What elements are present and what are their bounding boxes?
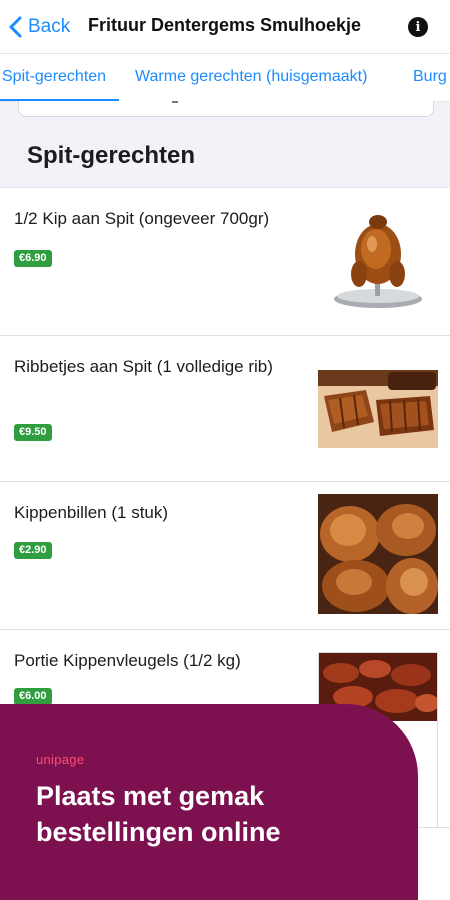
price-badge: €9.50	[14, 424, 52, 441]
ribs-image	[318, 370, 438, 448]
price-badge: €6.90	[14, 250, 52, 267]
category-tabs: Spit-gerechten Warme gerechten (huisgema…	[0, 54, 450, 102]
chevron-left-icon	[9, 16, 22, 38]
back-button[interactable]: Back	[8, 12, 70, 42]
tab-warme-gerechten[interactable]: Warme gerechten (huisgemaakt)	[135, 54, 367, 101]
section-header: Spit-gerechten	[0, 101, 450, 188]
item-name: 1/2 Kip aan Spit (ongeveer 700gr)	[14, 209, 270, 228]
unipage-logo: unipage	[36, 752, 85, 767]
menu-item[interactable]: Kippenbillen (1 stuk) €2.90	[0, 482, 450, 630]
promo-banner[interactable]: unipage Plaats met gemak bestellingen on…	[0, 704, 418, 900]
chicken-legs-image	[318, 494, 438, 614]
tab-burgers[interactable]: Burg	[413, 54, 447, 101]
back-label: Back	[28, 16, 71, 37]
restaurant-title: Frituur Dentergems Smulhoekje	[88, 15, 362, 35]
search-input[interactable]	[18, 101, 434, 117]
promo-text: Plaats met gemak bestellingen online	[36, 781, 281, 847]
item-name: Kippenbillen (1 stuk)	[14, 503, 169, 522]
tab-spit-gerechten[interactable]: Spit-gerechten	[0, 54, 119, 101]
section-title: Spit-gerechten	[27, 142, 196, 169]
roast-chicken-image	[318, 202, 438, 316]
menu-item[interactable]: Ribbetjes aan Spit (1 volledige rib) €9.…	[0, 336, 450, 482]
menu-item[interactable]: 1/2 Kip aan Spit (ongeveer 700gr) €6.90	[0, 188, 450, 336]
price-badge: €2.90	[14, 542, 52, 559]
price-badge: €6.00	[14, 688, 52, 705]
item-name: Ribbetjes aan Spit (1 volledige rib)	[14, 357, 273, 376]
info-icon[interactable]: i	[408, 17, 428, 37]
top-nav-bar: Back Frituur Dentergems Smulhoekje i	[0, 0, 450, 54]
item-name: Portie Kippenvleugels (1/2 kg)	[14, 651, 241, 670]
